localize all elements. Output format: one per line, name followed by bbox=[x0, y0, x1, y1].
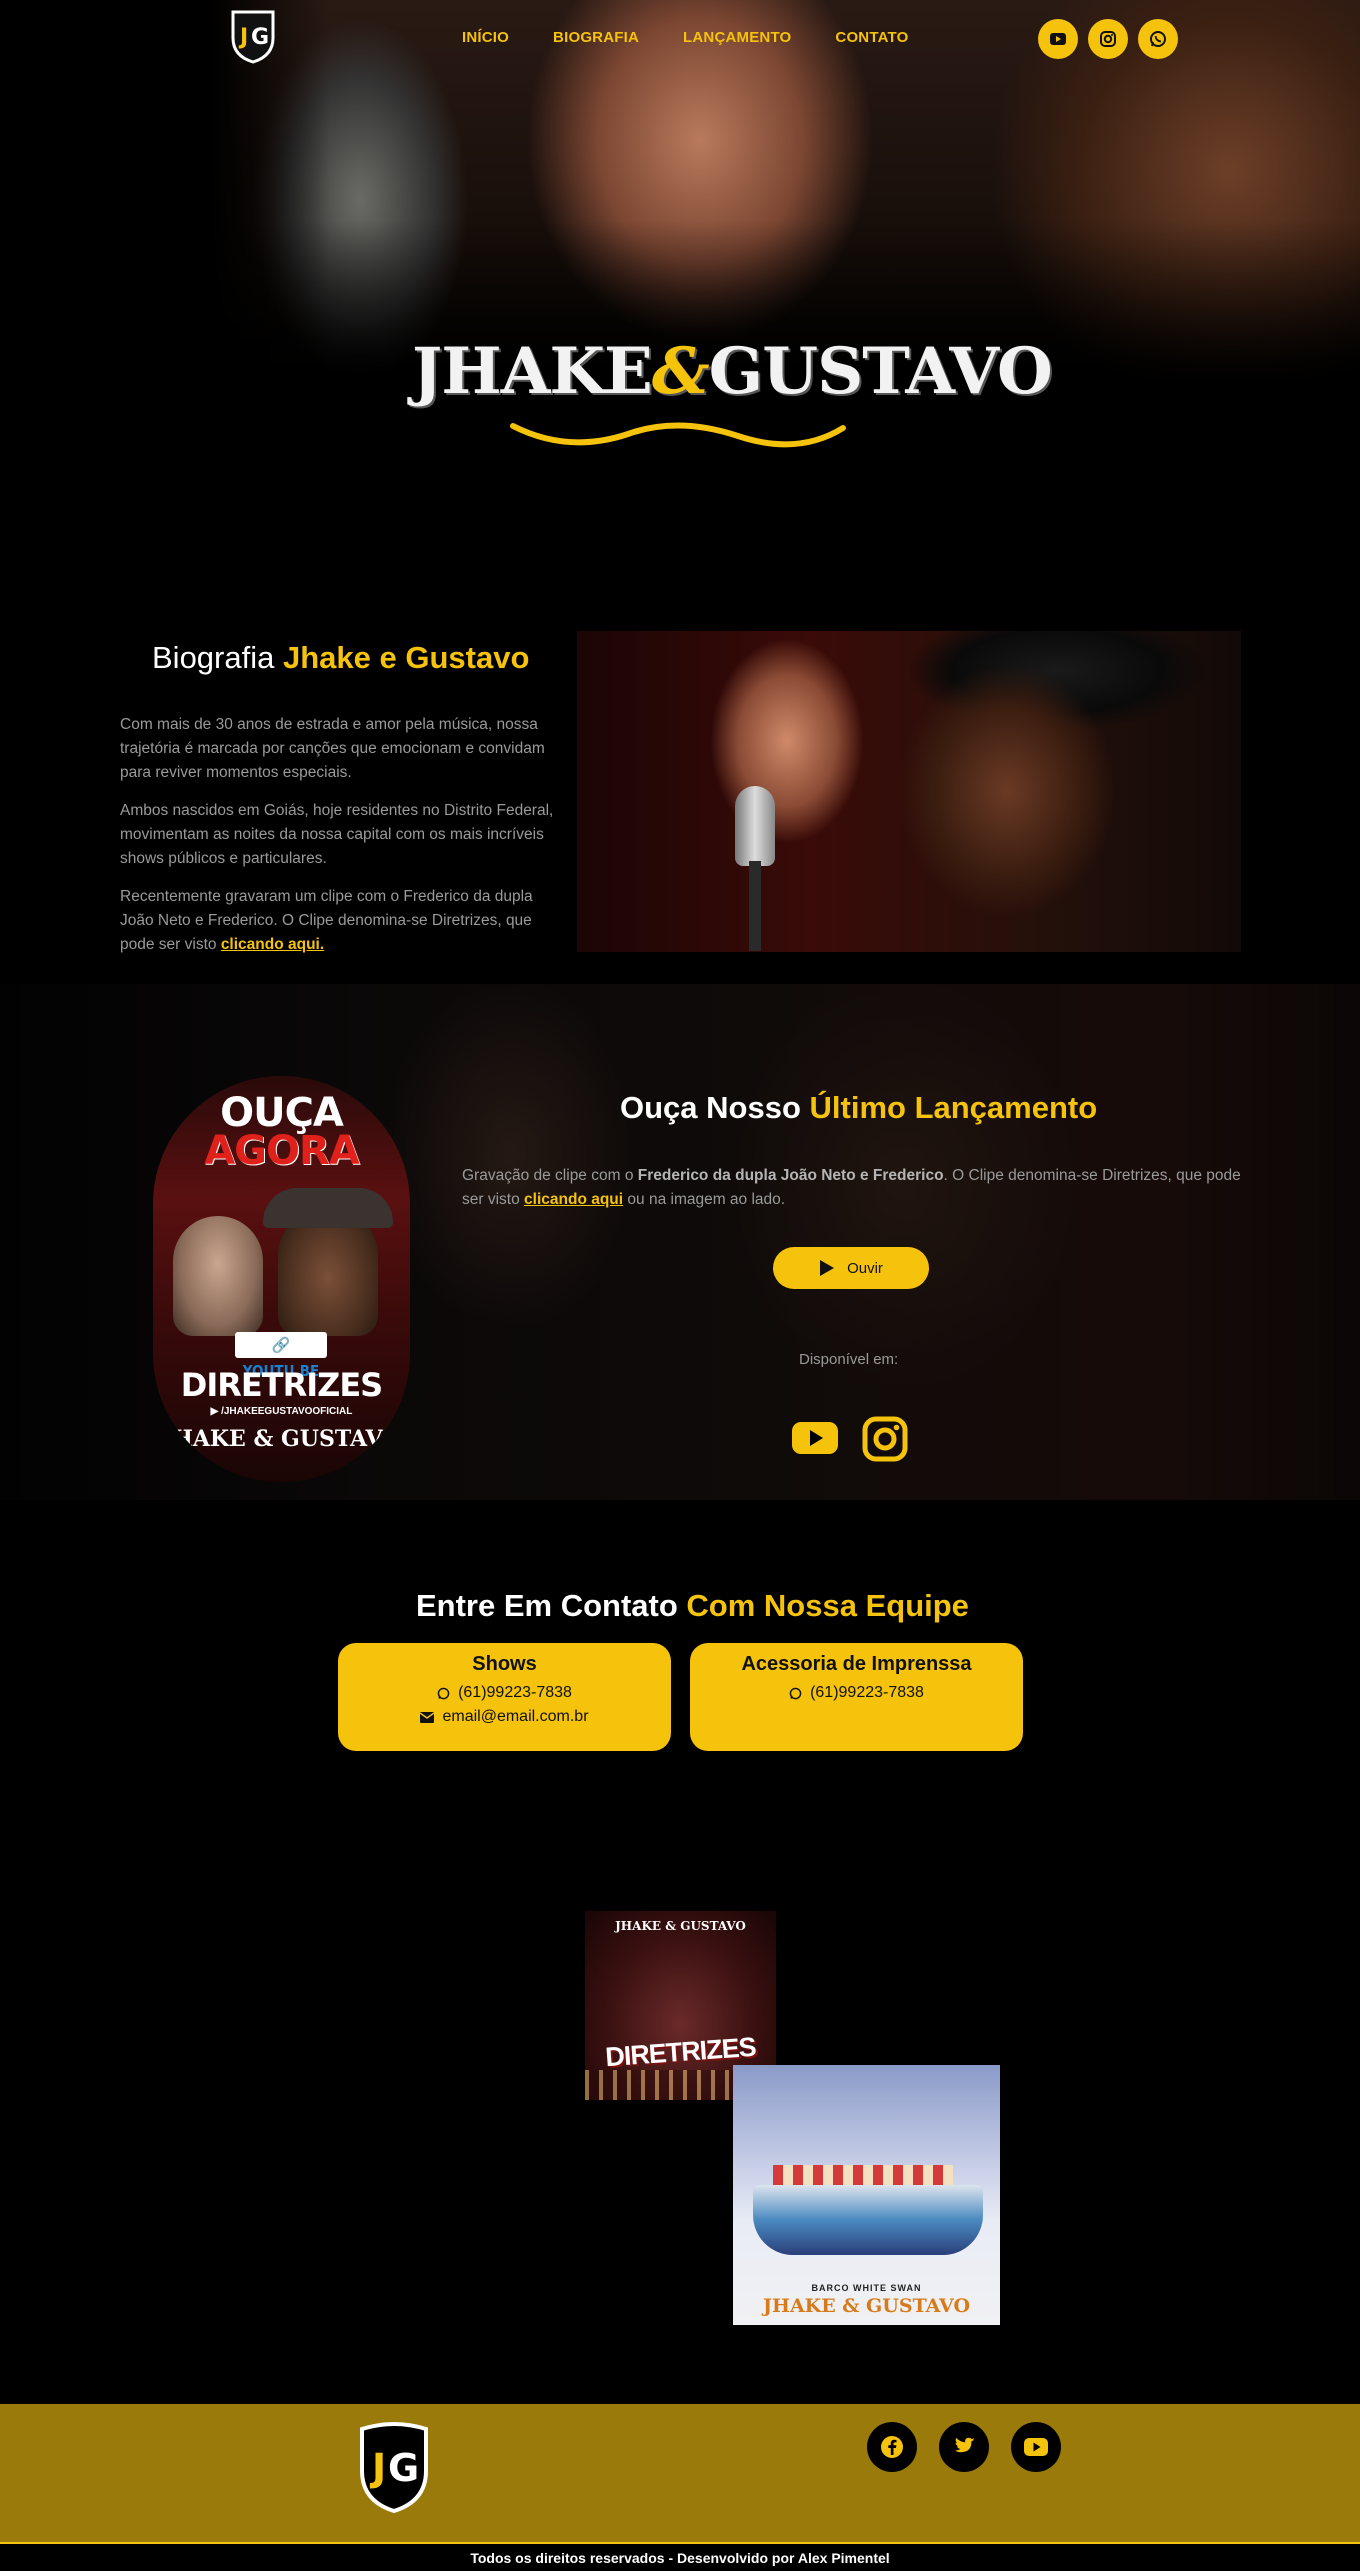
instagram-icon[interactable] bbox=[862, 1416, 908, 1462]
poster-brand: JHAKE & GUSTAVO bbox=[161, 1426, 402, 1452]
jg-logo-icon[interactable]: J G bbox=[229, 8, 277, 64]
album2-subtitle: BARCO WHITE SWAN bbox=[811, 2283, 922, 2293]
launch-clip-link[interactable]: clicando aqui bbox=[524, 1191, 623, 1208]
svg-text:G: G bbox=[388, 2446, 419, 2490]
poster-song-title: DIRETRIZES bbox=[180, 1366, 383, 1404]
bio-paragraph-2: Ambos nascidos em Goiás, hoje residentes… bbox=[120, 802, 554, 867]
poster-singer-1 bbox=[173, 1216, 263, 1336]
svg-text:J: J bbox=[238, 25, 248, 50]
contact-card-press: Acessoria de Imprenssa (61)99223-7838 bbox=[690, 1643, 1023, 1751]
whatsapp-icon bbox=[437, 1687, 450, 1699]
bio-title: Biografia Jhake e Gustavo bbox=[152, 640, 529, 676]
youtube-icon[interactable] bbox=[1038, 19, 1078, 59]
card-phone: (61)99223-7838 bbox=[458, 1684, 572, 1701]
contact-title: Entre Em Contato Com Nossa Equipe bbox=[416, 1588, 969, 1624]
launch-title-highlight: Último Lançamento bbox=[809, 1090, 1098, 1125]
jg-logo-icon[interactable]: J G bbox=[356, 2421, 432, 2515]
header-social-links bbox=[1038, 19, 1178, 59]
poster-youtube-badge: 🔗 YOUTU.BE bbox=[235, 1332, 327, 1380]
album1-brand: JHAKE & GUSTAVO bbox=[615, 1919, 746, 1933]
card-title: Acessoria de Imprenssa bbox=[741, 1653, 972, 1675]
bio-paragraph-1: Com mais de 30 anos de estrada e amor pe… bbox=[120, 716, 545, 781]
bio-clip-link[interactable]: clicando aqui. bbox=[221, 936, 324, 953]
available-platforms bbox=[790, 1416, 908, 1462]
contact-title-highlight: Com Nossa Equipe bbox=[686, 1588, 969, 1623]
card-phone: (61)99223-7838 bbox=[810, 1684, 924, 1701]
envelope-icon bbox=[420, 1711, 435, 1723]
footer-social-links bbox=[867, 2422, 1061, 2472]
brand-swash-icon bbox=[510, 422, 846, 448]
available-label: Disponível em: bbox=[799, 1351, 899, 1368]
contact-card-shows: Shows (61)99223-7838 email@email.com.br bbox=[338, 1643, 671, 1751]
brand-left: JHAKE bbox=[412, 334, 653, 409]
hero-section: J G INÍCIO BIOGRAFIA LANÇAMENTO CONTATO … bbox=[0, 0, 1360, 560]
album-cover-barco[interactable]: BARCO WHITE SWAN JHAKE & GUSTAVO bbox=[733, 2065, 1000, 2325]
twitter-icon[interactable] bbox=[939, 2422, 989, 2472]
listen-button[interactable]: Ouvir bbox=[773, 1247, 929, 1289]
instagram-icon[interactable] bbox=[1088, 19, 1128, 59]
bio-text: Com mais de 30 anos de estrada e amor pe… bbox=[120, 713, 558, 971]
contact-title-plain: Entre Em Contato bbox=[416, 1588, 678, 1623]
bio-photo bbox=[577, 631, 1241, 952]
svg-text:G: G bbox=[251, 25, 269, 50]
launch-text-c: ou na imagem ao lado. bbox=[627, 1191, 786, 1208]
launch-title-plain: Ouça Nosso bbox=[620, 1090, 801, 1125]
microphone-stand-graphic bbox=[749, 861, 761, 951]
brand-ampersand: & bbox=[651, 334, 710, 409]
nav-biografia[interactable]: BIOGRAFIA bbox=[553, 29, 639, 46]
card-phone-row[interactable]: (61)99223-7838 bbox=[690, 1684, 1023, 1702]
youtube-icon[interactable] bbox=[790, 1416, 840, 1460]
bio-paragraph-3-text: Recentemente gravaram um clipe com o Fre… bbox=[120, 888, 533, 953]
ship-graphic bbox=[753, 2185, 983, 2255]
youtube-icon[interactable] bbox=[1011, 2422, 1061, 2472]
copyright-text: Todos os direitos reservados - Desenvolv… bbox=[0, 2542, 1360, 2571]
whatsapp-icon bbox=[789, 1687, 802, 1699]
card-email-row[interactable]: email@email.com.br bbox=[338, 1708, 671, 1726]
poster-handle: ▶ /JHAKEEGUSTAVOOFICIAL bbox=[210, 1406, 353, 1417]
poster-hat bbox=[263, 1188, 393, 1228]
bio-title-plain: Biografia bbox=[152, 640, 275, 675]
main-nav: INÍCIO BIOGRAFIA LANÇAMENTO CONTATO bbox=[462, 29, 952, 46]
facebook-icon[interactable] bbox=[867, 2422, 917, 2472]
bio-paragraph-3: Recentemente gravaram um clipe com o Fre… bbox=[120, 885, 558, 957]
whatsapp-icon[interactable] bbox=[1138, 19, 1178, 59]
bio-title-highlight: Jhake e Gustavo bbox=[282, 640, 530, 675]
launch-text-a: Gravação de clipe com o bbox=[462, 1167, 634, 1184]
album2-brand: JHAKE & GUSTAVO bbox=[763, 2295, 970, 2317]
svg-text:J: J bbox=[369, 2446, 386, 2490]
card-title: Shows bbox=[472, 1653, 537, 1675]
card-email: email@email.com.br bbox=[442, 1708, 589, 1725]
release-poster[interactable]: OUÇA AGORA 🔗 YOUTU.BE DIRETRIZES ▶ /JHAK… bbox=[153, 1076, 410, 1482]
listen-button-label: Ouvir bbox=[847, 1259, 883, 1277]
card-phone-row[interactable]: (61)99223-7838 bbox=[338, 1684, 671, 1702]
nav-inicio[interactable]: INÍCIO bbox=[462, 29, 509, 46]
play-icon bbox=[820, 1260, 835, 1276]
microphone-graphic bbox=[735, 786, 775, 866]
brand-wordmark: JHAKE&GUSTAVO bbox=[412, 332, 1053, 462]
footer: J G bbox=[0, 2404, 1360, 2542]
poster-line2: AGORA bbox=[204, 1128, 360, 1174]
nav-lancamento[interactable]: LANÇAMENTO bbox=[683, 29, 791, 46]
launch-text-bold: Frederico da dupla João Neto e Frederico bbox=[637, 1167, 944, 1184]
nav-contato[interactable]: CONTATO bbox=[835, 29, 908, 46]
brand-right: GUSTAVO bbox=[708, 334, 1053, 409]
launch-section: OUÇA AGORA 🔗 YOUTU.BE DIRETRIZES ▶ /JHAK… bbox=[0, 984, 1360, 1500]
launch-title: Ouça Nosso Último Lançamento bbox=[620, 1090, 1097, 1126]
launch-description: Gravação de clipe com o Frederico da dup… bbox=[462, 1164, 1242, 1212]
